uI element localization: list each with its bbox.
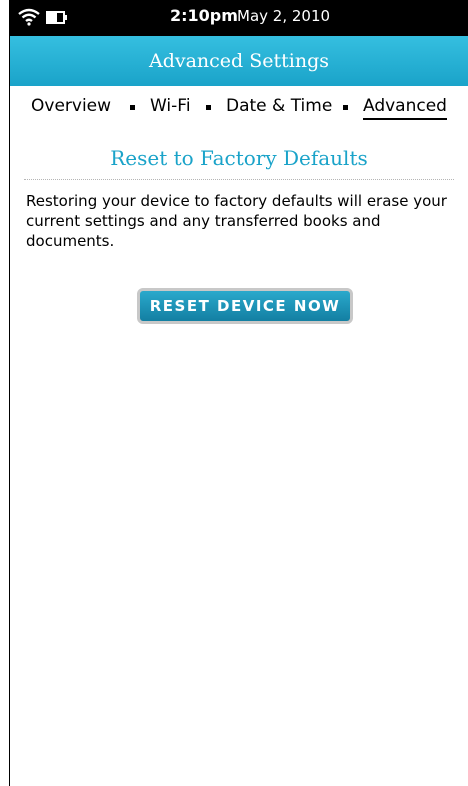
page-title: Advanced Settings <box>10 36 468 86</box>
section-divider <box>24 179 454 180</box>
status-date: May 2, 2010 <box>237 7 331 25</box>
tab-separator <box>343 105 348 110</box>
tab-separator <box>130 105 135 110</box>
tab-date-time[interactable]: Date & Time <box>226 96 332 116</box>
wifi-icon <box>18 8 40 26</box>
battery-icon <box>46 11 67 24</box>
status-time: 2:10pm <box>170 6 238 25</box>
settings-screen: 2:10pm May 2, 2010 Advanced Settings Ove… <box>10 0 468 786</box>
status-bar: 2:10pm May 2, 2010 <box>10 0 468 36</box>
reset-device-button[interactable]: RESET DEVICE NOW <box>137 288 353 324</box>
tab-wifi[interactable]: Wi-Fi <box>150 96 191 116</box>
section-title: Reset to Factory Defaults <box>110 146 368 170</box>
tab-advanced[interactable]: Advanced <box>363 96 447 120</box>
left-frame-edge <box>0 0 10 786</box>
settings-tabs: Overview Wi-Fi Date & Time Advanced <box>10 96 468 126</box>
reset-description: Restoring your device to factory default… <box>26 192 447 250</box>
tab-separator <box>206 105 211 110</box>
tab-overview[interactable]: Overview <box>31 96 111 116</box>
